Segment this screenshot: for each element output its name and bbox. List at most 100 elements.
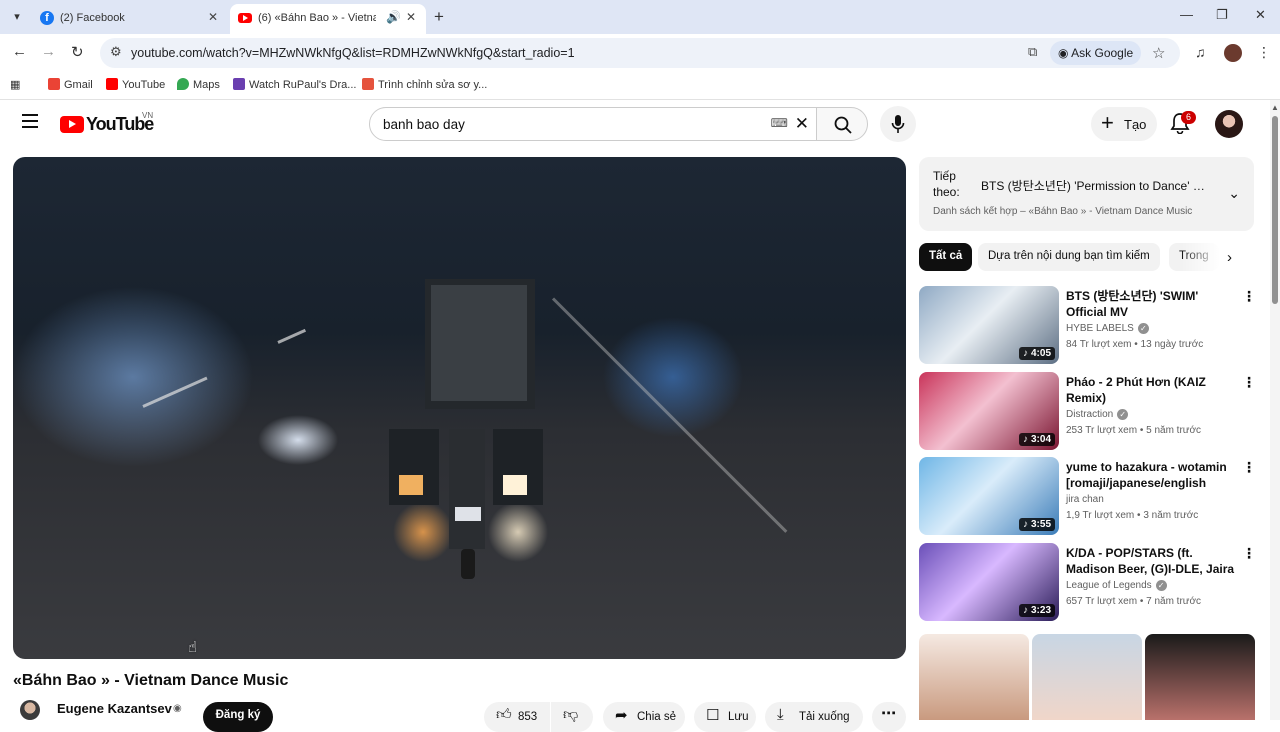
recommendation-item[interactable]: ♪ 4:05 BTS (방탄소년단) 'SWIM' Official MV HYB… xyxy=(919,286,1259,364)
save-button[interactable]: ☐ Lưu xyxy=(694,702,756,732)
browser-profile-avatar[interactable] xyxy=(1224,44,1242,62)
video-title[interactable]: yume to hazakura - wotamin [romaji/japan… xyxy=(1066,459,1238,491)
clear-search-icon[interactable]: ✕ xyxy=(795,114,809,134)
video-thumbnail[interactable]: ♪ 3:04 xyxy=(919,372,1059,450)
music-note-icon: ♪ xyxy=(1022,605,1028,616)
music-note-icon: ♪ xyxy=(1022,519,1028,530)
like-button[interactable]: 👍︎ 853 xyxy=(484,702,550,732)
video-title[interactable]: K/DA - POP/STARS (ft. Madison Beer, (G)I… xyxy=(1066,545,1238,577)
channel-name[interactable]: Eugene Kazantsev xyxy=(57,701,172,716)
create-button[interactable]: + Tạo xyxy=(1091,107,1157,141)
share-icon: ➦ xyxy=(615,707,628,724)
video-thumbnail[interactable]: ♪ 4:05 xyxy=(919,286,1059,364)
chips-fade xyxy=(1181,243,1221,271)
video-thumbnail[interactable]: ♪ 3:23 xyxy=(919,543,1059,621)
shorts-thumbnail[interactable] xyxy=(1032,634,1142,720)
keyboard-icon[interactable]: ⌨ xyxy=(771,116,788,130)
video-thumbnail[interactable]: ♪ 3:55 xyxy=(919,457,1059,535)
reload-icon[interactable]: ↻ xyxy=(71,43,84,61)
browser-tab-bar: ▾ f (2) Facebook ✕ (6) «Báhn Bao » - Vie… xyxy=(0,0,1280,34)
more-vertical-icon[interactable]: ⋮ xyxy=(1242,459,1256,476)
search-button[interactable] xyxy=(816,107,868,141)
close-tab-icon[interactable]: ✕ xyxy=(208,10,218,24)
channel-name[interactable]: Distraction ✓ xyxy=(1066,409,1129,420)
video-meta: 657 Tr lượt xem • 7 năm trước xyxy=(1066,596,1202,607)
channel-name[interactable]: jira chan xyxy=(1066,494,1104,505)
ask-google-button[interactable]: ◉ Ask Google xyxy=(1050,41,1142,65)
bookmark-maps[interactable]: Maps xyxy=(177,78,220,91)
bookmark-editor[interactable]: Trình chỉnh sửa sơ y... xyxy=(362,78,487,91)
video-title[interactable]: Pháo - 2 Phút Hơn (KAIZ Remix) xyxy=(1066,374,1238,406)
road-marking xyxy=(142,376,208,408)
download-icon: ⤓ xyxy=(777,706,784,723)
bookmark-gmail[interactable]: Gmail xyxy=(48,78,93,91)
channel-name[interactable]: League of Legends ✓ xyxy=(1066,580,1167,591)
more-vertical-icon[interactable]: ⋮ xyxy=(1242,288,1256,305)
chevron-down-icon[interactable]: ⌄ xyxy=(1228,185,1240,202)
url-text[interactable]: youtube.com/watch?v=MHZwNWkNfgQ&list=RDM… xyxy=(131,46,575,60)
shorts-thumbnail[interactable] xyxy=(1145,634,1255,720)
shorts-thumbnail[interactable] xyxy=(919,634,1029,720)
omnibox[interactable]: ⚙ youtube.com/watch?v=MHZwNWkNfgQ&list=R… xyxy=(100,38,1180,68)
like-count: 853 xyxy=(518,711,538,723)
browser-menu-icon[interactable]: ⋮ xyxy=(1257,44,1271,61)
forward-icon[interactable]: → xyxy=(41,43,56,60)
tab-search-icon[interactable]: ▾ xyxy=(8,8,26,26)
recommendation-item[interactable]: ♪ 3:04 Pháo - 2 Phút Hơn (KAIZ Remix) Dis… xyxy=(919,372,1259,450)
share-button[interactable]: ➦ Chia sẻ xyxy=(603,702,685,732)
channel-avatar[interactable] xyxy=(20,700,40,720)
verified-icon: ✓ xyxy=(1117,409,1129,420)
filter-chips: Tất cả Dựa trên nội dung bạn tìm kiếm Tr… xyxy=(919,243,1254,271)
up-next-panel[interactable]: Tiếp theo: BTS (방탄소년단) 'Permission to Da… xyxy=(919,157,1254,231)
bookmark-star-icon[interactable]: ☆ xyxy=(1152,44,1165,62)
up-next-title[interactable]: BTS (방탄소년단) 'Permission to Dance' O... xyxy=(981,177,1209,194)
maps-pin-icon xyxy=(177,78,189,90)
recommendation-item[interactable]: ♪ 3:55 yume to hazakura - wotamin [romaji… xyxy=(919,457,1259,535)
download-button[interactable]: ⤓ Tải xuống xyxy=(765,702,863,732)
search-input[interactable]: banh bao day xyxy=(383,117,465,132)
notification-badge: 6 xyxy=(1181,111,1196,124)
search-box[interactable]: banh bao day ⌨ ✕ xyxy=(369,107,817,141)
scrollbar-thumb[interactable] xyxy=(1272,116,1278,304)
chevron-right-icon[interactable]: › xyxy=(1227,249,1232,266)
chip-search-based[interactable]: Dựa trên nội dung bạn tìm kiếm xyxy=(978,243,1160,271)
bookmark-rupaul[interactable]: Watch RuPaul's Dra... xyxy=(233,78,356,91)
more-vertical-icon[interactable]: ⋮ xyxy=(1242,545,1256,562)
video-meta: 253 Tr lượt xem • 5 năm trước xyxy=(1066,425,1202,436)
channel-name[interactable]: HYBE LABELS ✓ xyxy=(1066,323,1149,334)
close-tab-icon[interactable]: ✕ xyxy=(406,10,416,24)
scooter-cart-figure xyxy=(389,279,543,579)
bookmark-youtube[interactable]: YouTube xyxy=(106,78,165,91)
tab-youtube[interactable]: (6) «Báhn Bao » - Vietnam 🔊 ✕ xyxy=(230,4,426,34)
subscribe-button[interactable]: Đăng ký xyxy=(203,702,273,732)
tab-facebook[interactable]: f (2) Facebook ✕ xyxy=(32,4,228,34)
hamburger-menu-icon[interactable] xyxy=(22,114,38,132)
dislike-button[interactable]: 👎︎ xyxy=(551,702,593,732)
video-title: «Báhn Bao » - Vietnam Dance Music xyxy=(13,672,289,689)
site-info-icon[interactable]: ⚙ xyxy=(110,44,122,60)
more-vertical-icon[interactable]: ⋮ xyxy=(1242,374,1256,391)
minimize-icon[interactable]: — xyxy=(1180,7,1193,22)
account-avatar[interactable] xyxy=(1215,110,1243,138)
media-control-icon[interactable]: ♫ xyxy=(1195,44,1206,60)
new-tab-icon[interactable]: + xyxy=(434,7,444,27)
video-title[interactable]: BTS (방탄소년단) 'SWIM' Official MV xyxy=(1066,288,1238,320)
verified-icon: ✓ xyxy=(1155,580,1167,591)
curb-line xyxy=(551,297,788,533)
thumbs-up-icon: 👍︎ xyxy=(496,706,512,723)
recommendation-item[interactable]: ♪ 3:23 K/DA - POP/STARS (ft. Madison Beer… xyxy=(919,543,1259,621)
install-app-icon[interactable]: ⧉ xyxy=(1028,44,1037,60)
page-scrollbar[interactable]: ▲ xyxy=(1270,100,1280,720)
voice-search-button[interactable] xyxy=(880,106,916,142)
apps-grid-icon[interactable]: ▦ xyxy=(10,78,20,91)
chip-all[interactable]: Tất cả xyxy=(919,243,973,271)
microphone-icon xyxy=(891,115,905,133)
more-actions-button[interactable]: ⋯ xyxy=(872,702,906,732)
save-label: Lưu xyxy=(728,711,749,723)
maximize-icon[interactable]: ❐ xyxy=(1216,7,1228,23)
speaker-icon[interactable]: 🔊 xyxy=(386,10,401,24)
scroll-up-icon[interactable]: ▲ xyxy=(1271,103,1279,112)
back-icon[interactable]: ← xyxy=(12,43,27,60)
close-window-icon[interactable]: ✕ xyxy=(1255,7,1266,23)
video-player[interactable]: ☝ xyxy=(13,157,906,659)
